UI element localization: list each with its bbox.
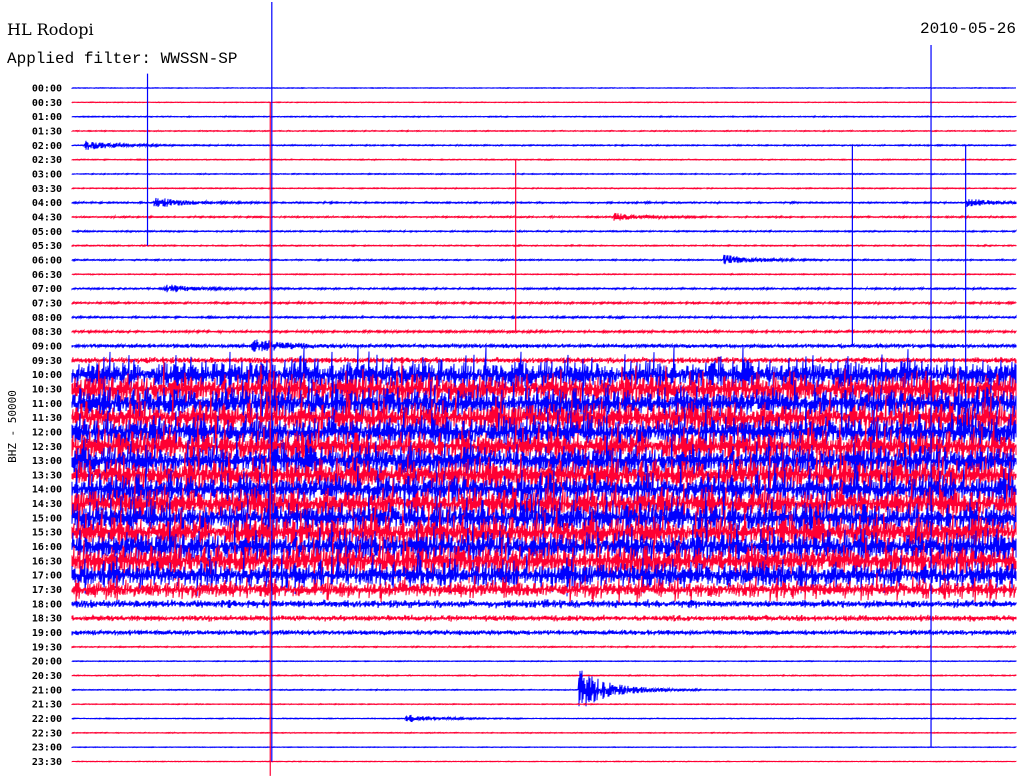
trace-line	[71, 284, 1017, 293]
tick-label: 18:00	[32, 599, 62, 610]
tick-label: 22:30	[32, 728, 62, 739]
trace-line	[71, 714, 1017, 723]
tick-label: 12:30	[32, 442, 62, 453]
trace-line	[71, 659, 1017, 663]
tick-label: 17:30	[32, 585, 62, 596]
trace-line	[71, 272, 1016, 277]
tick-label: 10:30	[32, 384, 62, 395]
tick-label: 20:30	[32, 671, 62, 682]
trace-line	[71, 101, 1017, 104]
tick-label: 22:00	[32, 714, 62, 725]
trace-line	[71, 314, 1017, 321]
tick-label: 07:00	[32, 284, 62, 295]
trace-line	[71, 745, 1017, 749]
tick-label: 15:00	[32, 513, 62, 524]
trace-line	[71, 172, 1017, 176]
tick-label: 23:00	[32, 743, 62, 754]
tick-label: 08:00	[32, 313, 62, 324]
tick-label: 14:00	[32, 485, 62, 496]
tick-label: 01:00	[32, 112, 62, 123]
tick-label: 09:00	[32, 341, 62, 352]
trace-line	[71, 628, 1017, 637]
tick-label: 21:00	[32, 685, 62, 696]
trace-line	[71, 114, 1017, 119]
tick-label: 04:30	[32, 212, 62, 223]
tick-label: 00:30	[32, 98, 62, 109]
tick-label: 21:30	[32, 700, 62, 711]
tick-label: 19:00	[32, 628, 62, 639]
tick-label: 14:30	[32, 499, 62, 510]
tick-label: 11:00	[32, 399, 62, 410]
trace-line	[71, 356, 1017, 364]
trace-line	[71, 702, 1017, 706]
trace-line	[71, 339, 1017, 352]
tick-label: 05:30	[32, 241, 62, 252]
tick-label: 09:30	[32, 356, 62, 367]
trace-line	[71, 673, 1017, 678]
trace-line	[71, 129, 1017, 133]
tick-label: 08:30	[32, 327, 62, 338]
tick-label: 02:00	[32, 141, 62, 152]
tick-label: 16:00	[32, 542, 62, 553]
tick-label: 17:00	[32, 571, 62, 582]
trace-line	[71, 614, 1017, 622]
tick-label: 23:30	[32, 757, 62, 768]
tick-label: 06:00	[32, 255, 62, 266]
trace-line	[71, 731, 1017, 735]
tick-label: 04:00	[32, 198, 62, 209]
trace-line	[71, 157, 1017, 162]
tick-label: 15:30	[32, 528, 62, 539]
tick-label: 01:30	[32, 126, 62, 137]
tick-label: 13:00	[32, 456, 62, 467]
tick-label: 05:00	[32, 227, 62, 238]
trace-line	[71, 299, 1017, 307]
trace-line	[71, 197, 1017, 208]
tick-label: 03:00	[32, 169, 62, 180]
tick-label: 07:30	[32, 298, 62, 309]
tick-label: 10:00	[32, 370, 62, 381]
tick-label: 20:00	[32, 657, 62, 668]
trace-line	[71, 86, 1016, 90]
tick-label: 06:30	[32, 270, 62, 281]
trace-line	[71, 328, 1017, 335]
tick-label: 00:00	[32, 84, 62, 95]
tick-label: 13:30	[32, 470, 62, 481]
trace-line	[71, 599, 1017, 609]
tick-label: 16:30	[32, 556, 62, 567]
tick-label: 12:00	[32, 427, 62, 438]
helicorder-plot: 00:00 00:30 01:00 01:30 02:00 02:30 03:00 03:30…	[32, 2, 1017, 776]
trace-line	[71, 186, 1017, 190]
tick-label: 19:30	[32, 642, 62, 653]
tick-label: 02:30	[32, 155, 62, 166]
trace-line	[71, 140, 1017, 151]
trace-line	[71, 212, 1017, 221]
trace-line	[71, 644, 1017, 649]
tick-label: 18:30	[32, 614, 62, 625]
trace-line	[71, 229, 1017, 234]
trace-line	[71, 254, 1017, 265]
tick-label: 03:30	[32, 184, 62, 195]
tick-label: 11:30	[32, 413, 62, 424]
trace-line	[71, 760, 1017, 763]
trace-line	[71, 243, 1017, 248]
